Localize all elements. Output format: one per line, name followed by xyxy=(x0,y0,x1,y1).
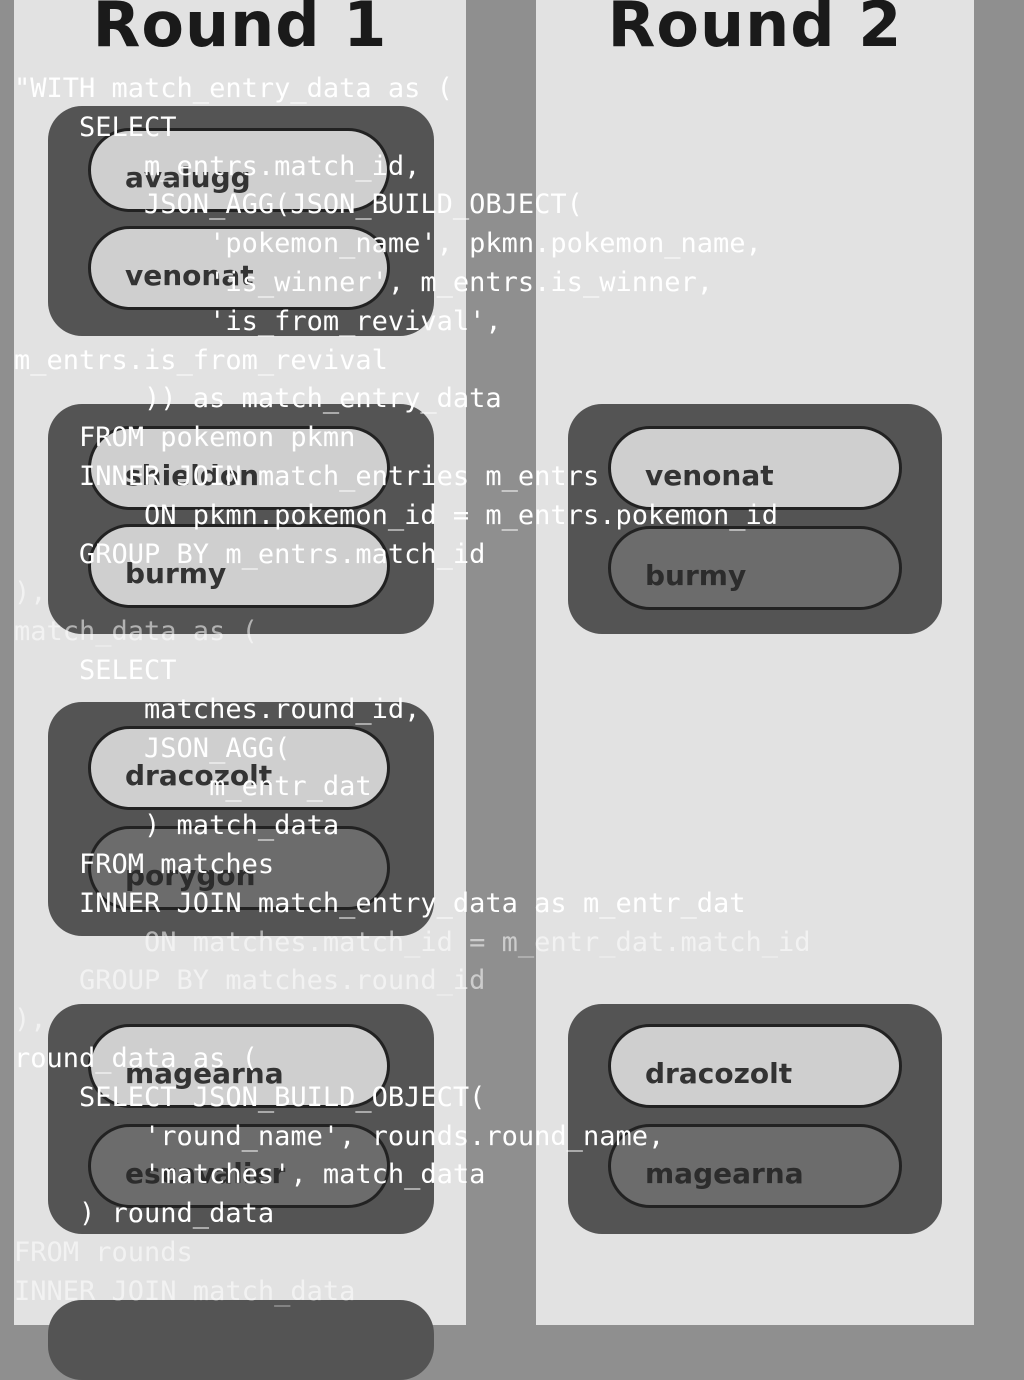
round-1-column: Round 1 avalugg venonat shieldon burmy d… xyxy=(14,0,466,1380)
match-entry[interactable]: burmy xyxy=(608,526,902,610)
match-card[interactable]: dracozolt magearna xyxy=(568,1004,942,1234)
match-entry[interactable]: burmy xyxy=(88,524,390,608)
match-entry[interactable]: shieldon xyxy=(88,426,390,510)
match-entry[interactable]: magearna xyxy=(88,1024,390,1108)
match-entry[interactable]: venonat xyxy=(88,226,390,310)
match-card[interactable]: venonat burmy xyxy=(568,404,942,634)
match-entry[interactable]: avalugg xyxy=(88,128,390,212)
match-entry[interactable]: escavalier xyxy=(88,1124,390,1208)
match-card[interactable]: dracozolt porygon xyxy=(48,702,434,936)
match-entry[interactable]: dracozolt xyxy=(88,726,390,810)
match-card[interactable]: shieldon burmy xyxy=(48,404,434,634)
match-entry[interactable]: venonat xyxy=(608,426,902,510)
match-entry[interactable]: dracozolt xyxy=(608,1024,902,1108)
round-2-column: Round 2 venonat burmy dracozolt magearna xyxy=(536,0,974,1325)
match-entry[interactable]: porygon xyxy=(88,826,390,910)
match-card-partial[interactable] xyxy=(48,1300,434,1380)
round-title: Round 2 xyxy=(607,0,903,61)
match-card[interactable]: magearna escavalier xyxy=(48,1004,434,1234)
round-title: Round 1 xyxy=(92,0,388,61)
match-entry[interactable]: magearna xyxy=(608,1124,902,1208)
match-card[interactable]: avalugg venonat xyxy=(48,106,434,336)
